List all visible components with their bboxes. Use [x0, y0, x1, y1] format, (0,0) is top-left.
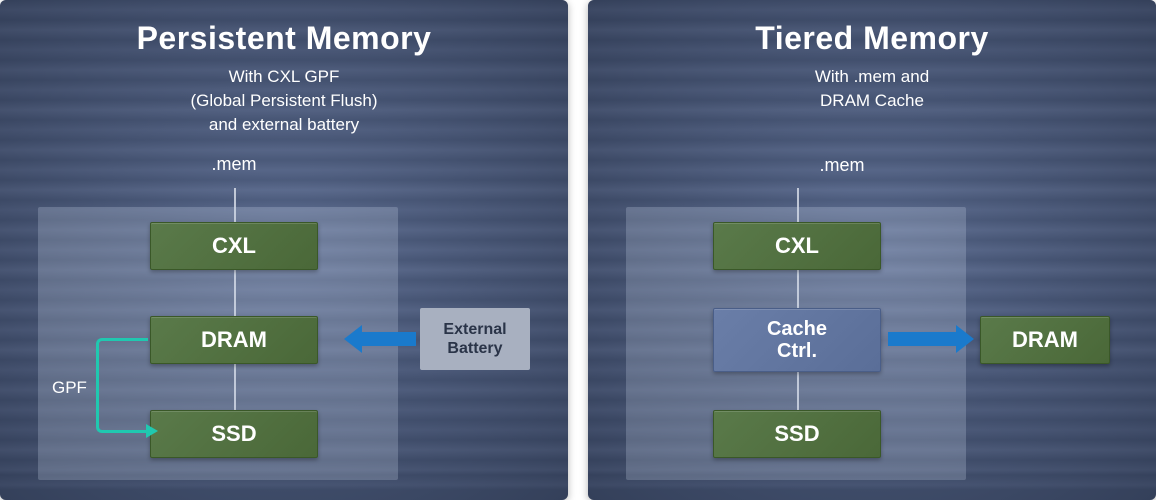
- mem-label: .mem: [0, 154, 538, 175]
- tiered-memory-panel: Tiered Memory With .mem and DRAM Cache .…: [588, 0, 1156, 500]
- cxl-block: CXL: [713, 222, 881, 270]
- gpf-label: GPF: [52, 378, 87, 398]
- arrow-right-icon: [888, 332, 958, 346]
- external-battery-block: External Battery: [420, 308, 530, 370]
- cxl-block: CXL: [150, 222, 318, 270]
- panel-content: Tiered Memory With .mem and DRAM Cache .…: [588, 0, 1156, 500]
- mem-label: .mem: [588, 155, 1126, 176]
- panel-subtitle: With .mem and DRAM Cache: [618, 65, 1126, 113]
- gpf-arrow-icon: [96, 338, 148, 433]
- ssd-block: SSD: [713, 410, 881, 458]
- arrow-left-icon: [360, 332, 416, 346]
- panel-subtitle: With CXL GPF (Global Persistent Flush) a…: [30, 65, 538, 136]
- dram-block: DRAM: [150, 316, 318, 364]
- cache-ctrl-block: CacheCtrl.: [713, 308, 881, 372]
- persistent-memory-panel: Persistent Memory With CXL GPF (Global P…: [0, 0, 568, 500]
- panel-title: Persistent Memory: [30, 20, 538, 57]
- ssd-block: SSD: [150, 410, 318, 458]
- panel-content: Persistent Memory With CXL GPF (Global P…: [0, 0, 568, 500]
- panel-title: Tiered Memory: [618, 20, 1126, 57]
- dram-block: DRAM: [980, 316, 1110, 364]
